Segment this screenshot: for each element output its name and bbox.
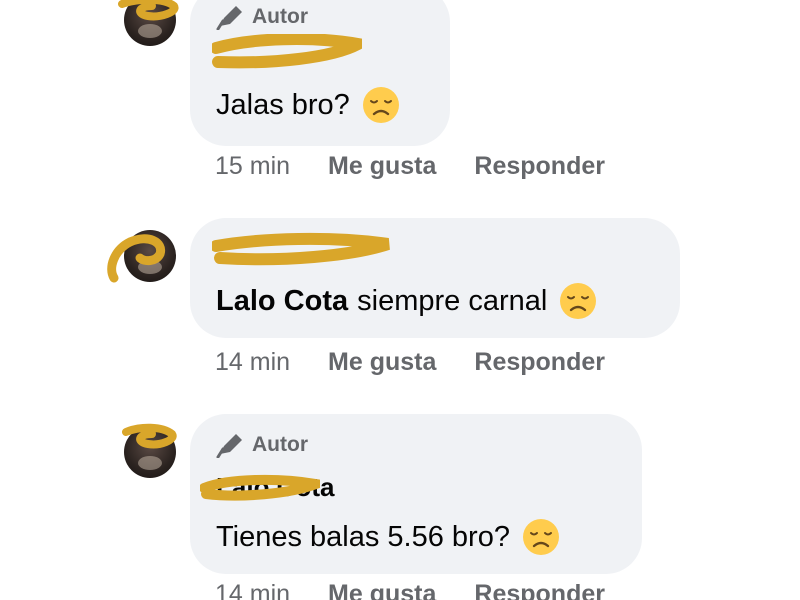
like-button[interactable]: Me gusta: [328, 348, 436, 377]
comment-bubble: Autor Lalo Cota Tienes balas 5.56 bro?: [190, 414, 642, 574]
reply-button[interactable]: Responder: [474, 152, 605, 181]
avatar-photo: [138, 24, 162, 38]
author-badge: Autor: [216, 4, 308, 30]
reply-button[interactable]: Responder: [474, 580, 605, 600]
disappointed-face-icon: [522, 519, 559, 555]
like-button[interactable]: Me gusta: [328, 152, 436, 181]
pen-icon: [216, 4, 244, 30]
comment-thread: Autor Jalas bro? 15 min Me gusta Respond…: [0, 0, 800, 600]
user-mention-link[interactable]: Lalo Cota: [216, 285, 348, 318]
avatar-photo: [138, 260, 162, 274]
avatar[interactable]: [124, 230, 176, 282]
comment-bubble: Lalo Cota siempre carnal: [190, 218, 680, 338]
comment-text: Jalas bro?: [216, 86, 400, 124]
author-badge-label: Autor: [252, 5, 308, 28]
disappointed-face-icon: [362, 87, 399, 123]
author-badge-label: Autor: [252, 433, 308, 456]
comment-timestamp[interactable]: 14 min: [215, 580, 290, 600]
comment-actions: 14 min Me gusta Responder: [215, 580, 605, 600]
comment-body: Tienes balas 5.56 bro?: [216, 520, 510, 553]
disappointed-face-icon: [560, 283, 597, 319]
comment-actions: 14 min Me gusta Responder: [215, 348, 605, 377]
author-badge: Autor: [216, 432, 308, 458]
avatar[interactable]: [124, 426, 176, 478]
comment-bubble: Autor Jalas bro?: [190, 0, 450, 146]
comment-actions: 15 min Me gusta Responder: [215, 152, 605, 181]
comment-text: Tienes balas 5.56 bro?: [216, 518, 560, 556]
name-redaction: [212, 34, 362, 69]
avatar[interactable]: [124, 0, 176, 46]
comment-timestamp[interactable]: 15 min: [215, 152, 290, 181]
avatar-photo: [138, 456, 162, 470]
reply-button[interactable]: Responder: [474, 348, 605, 377]
like-button[interactable]: Me gusta: [328, 580, 436, 600]
name-redaction: [212, 232, 390, 266]
commenter-name[interactable]: Lalo Cota: [216, 472, 334, 503]
comment-text: Lalo Cota siempre carnal: [216, 282, 597, 320]
comment-body: Jalas bro?: [216, 88, 350, 121]
pen-icon: [216, 432, 244, 458]
comment-body: siempre carnal: [357, 284, 548, 317]
comment-timestamp[interactable]: 14 min: [215, 348, 290, 377]
